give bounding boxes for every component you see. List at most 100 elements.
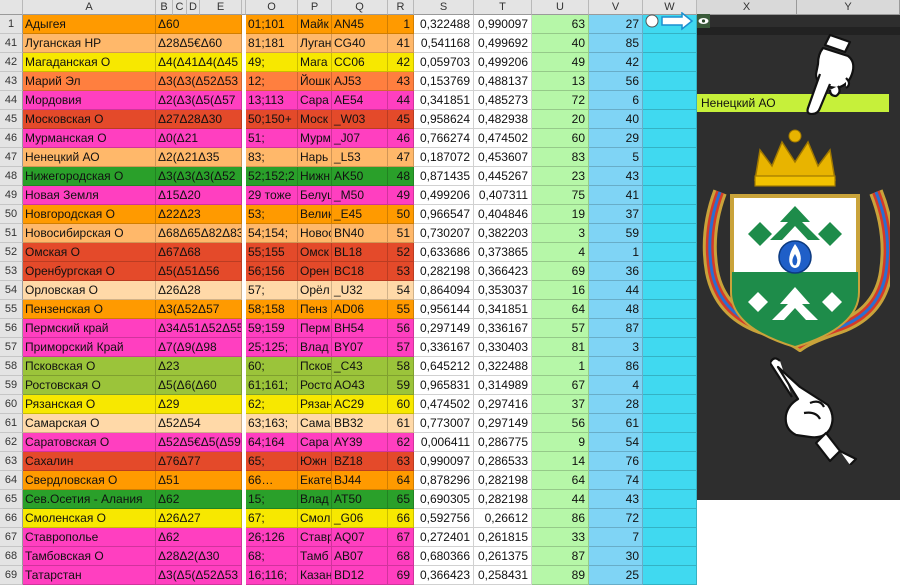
w-value-cell[interactable]	[643, 395, 697, 414]
row-number[interactable]: 58	[0, 357, 23, 376]
code-cell[interactable]: Δ28Δ5€Δ60	[156, 34, 242, 53]
w-value-cell[interactable]	[643, 281, 697, 300]
city-cell[interactable]: Белуш	[298, 186, 332, 205]
code-cell[interactable]: Δ51	[156, 471, 242, 490]
code-cell[interactable]: Δ52Δ5€Δ5(Δ59	[156, 433, 242, 452]
index-cell[interactable]: 67	[388, 528, 414, 547]
circle-button-icon[interactable]	[645, 14, 659, 28]
code-cell[interactable]: Δ2(Δ3(Δ5(Δ57	[156, 91, 242, 110]
row-number[interactable]: 50	[0, 205, 23, 224]
t-value-cell[interactable]: 0,353037	[474, 281, 532, 300]
row-number[interactable]: 59	[0, 376, 23, 395]
row-number[interactable]: 52	[0, 243, 23, 262]
s-value-cell[interactable]: 0,499206	[414, 186, 474, 205]
reg-cell[interactable]: 01;101	[246, 15, 298, 34]
w-value-cell[interactable]	[643, 414, 697, 433]
reg-cell[interactable]: 63;163;	[246, 414, 298, 433]
plate-cell[interactable]: BD12	[332, 566, 388, 585]
city-cell[interactable]: Перм	[298, 319, 332, 338]
region-cell[interactable]: Мордовия	[23, 91, 156, 110]
v-value-cell[interactable]: 36	[589, 262, 643, 281]
plate-cell[interactable]: _G06	[332, 509, 388, 528]
col-header-v[interactable]: V	[589, 0, 643, 15]
reg-cell[interactable]: 66…	[246, 471, 298, 490]
reg-cell[interactable]: 81;181	[246, 34, 298, 53]
region-cell[interactable]: Магаданская О	[23, 53, 156, 72]
u-value-cell[interactable]: 3	[532, 224, 589, 243]
plate-cell[interactable]: BL18	[332, 243, 388, 262]
w-value-cell[interactable]	[643, 319, 697, 338]
t-value-cell[interactable]: 0,261815	[474, 528, 532, 547]
w-value-cell[interactable]	[643, 53, 697, 72]
t-value-cell[interactable]: 0,336167	[474, 319, 532, 338]
u-value-cell[interactable]: 19	[532, 205, 589, 224]
index-cell[interactable]: 58	[388, 357, 414, 376]
u-value-cell[interactable]: 56	[532, 414, 589, 433]
col-header-u[interactable]: U	[532, 0, 589, 15]
t-value-cell[interactable]: 0,404846	[474, 205, 532, 224]
plate-cell[interactable]: AQ07	[332, 528, 388, 547]
plate-cell[interactable]: _W03	[332, 110, 388, 129]
reg-cell[interactable]: 13;113	[246, 91, 298, 110]
city-cell[interactable]: Южн	[298, 452, 332, 471]
index-cell[interactable]: 69	[388, 566, 414, 585]
w-value-cell[interactable]	[643, 300, 697, 319]
row-number[interactable]: 67	[0, 528, 23, 547]
u-value-cell[interactable]: 4	[532, 243, 589, 262]
row-number[interactable]: 48	[0, 167, 23, 186]
col-header-d[interactable]: D	[187, 0, 200, 15]
w-value-cell[interactable]	[643, 338, 697, 357]
t-value-cell[interactable]: 0,482938	[474, 110, 532, 129]
city-cell[interactable]: Сара	[298, 433, 332, 452]
row-number[interactable]: 55	[0, 300, 23, 319]
t-value-cell[interactable]: 0,373865	[474, 243, 532, 262]
v-value-cell[interactable]: 87	[589, 319, 643, 338]
city-cell[interactable]: Екате	[298, 471, 332, 490]
w-value-cell[interactable]	[643, 34, 697, 53]
s-value-cell[interactable]: 0,966547	[414, 205, 474, 224]
city-cell[interactable]: Сама	[298, 414, 332, 433]
s-value-cell[interactable]: 0,730207	[414, 224, 474, 243]
s-value-cell[interactable]: 0,297149	[414, 319, 474, 338]
col-header-s[interactable]: S	[414, 0, 474, 15]
u-value-cell[interactable]: 20	[532, 110, 589, 129]
t-value-cell[interactable]: 0,330403	[474, 338, 532, 357]
v-value-cell[interactable]: 37	[589, 205, 643, 224]
index-cell[interactable]: 43	[388, 72, 414, 91]
index-cell[interactable]: 60	[388, 395, 414, 414]
u-value-cell[interactable]: 75	[532, 186, 589, 205]
index-cell[interactable]: 64	[388, 471, 414, 490]
index-cell[interactable]: 53	[388, 262, 414, 281]
t-value-cell[interactable]: 0,297416	[474, 395, 532, 414]
code-cell[interactable]: Δ28Δ2(Δ30	[156, 547, 242, 566]
city-cell[interactable]: Рязан	[298, 395, 332, 414]
region-cell[interactable]: Татарстан	[23, 566, 156, 585]
u-value-cell[interactable]: 13	[532, 72, 589, 91]
city-cell[interactable]: Орёл	[298, 281, 332, 300]
s-value-cell[interactable]: 0,341851	[414, 91, 474, 110]
index-cell[interactable]: 59	[388, 376, 414, 395]
t-value-cell[interactable]: 0,488137	[474, 72, 532, 91]
region-cell[interactable]: Адыгея	[23, 15, 156, 34]
region-cell[interactable]: Луганская НР	[23, 34, 156, 53]
u-value-cell[interactable]: 57	[532, 319, 589, 338]
t-value-cell[interactable]: 0,286775	[474, 433, 532, 452]
plate-cell[interactable]: AE54	[332, 91, 388, 110]
plate-cell[interactable]: _M50	[332, 186, 388, 205]
plate-cell[interactable]: BH54	[332, 319, 388, 338]
region-cell[interactable]: Приморский Край	[23, 338, 156, 357]
u-value-cell[interactable]: 9	[532, 433, 589, 452]
t-value-cell[interactable]: 0,26612	[474, 509, 532, 528]
v-value-cell[interactable]: 3	[589, 338, 643, 357]
col-header-r[interactable]: R	[388, 0, 414, 15]
reg-cell[interactable]: 62;	[246, 395, 298, 414]
u-value-cell[interactable]: 69	[532, 262, 589, 281]
u-value-cell[interactable]: 1	[532, 357, 589, 376]
col-header-a[interactable]: A	[23, 0, 156, 15]
t-value-cell[interactable]: 0,341851	[474, 300, 532, 319]
v-value-cell[interactable]: 40	[589, 110, 643, 129]
city-cell[interactable]: Казан	[298, 566, 332, 585]
w-value-cell[interactable]	[643, 167, 697, 186]
t-value-cell[interactable]: 0,474502	[474, 129, 532, 148]
region-cell[interactable]: Марий Эл	[23, 72, 156, 91]
